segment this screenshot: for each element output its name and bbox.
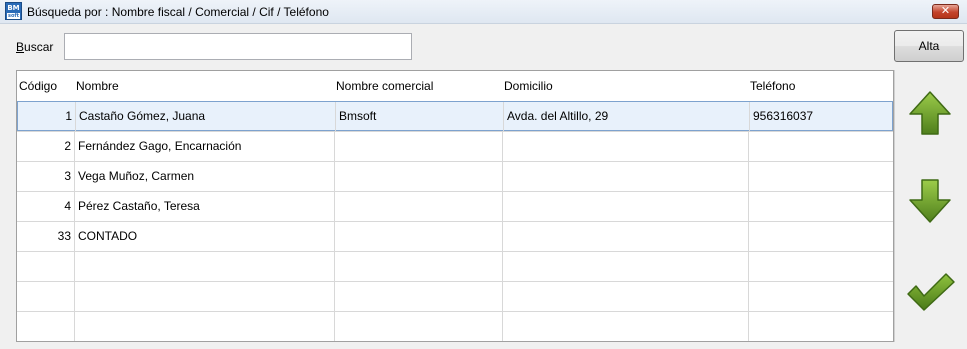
cell-telefono bbox=[748, 252, 893, 281]
column-header-domicilio[interactable]: Domicilio bbox=[502, 71, 748, 101]
checkmark-icon bbox=[907, 273, 955, 311]
search-label-accesskey: B bbox=[16, 40, 25, 54]
table-row[interactable]: 4 Pérez Castaño, Teresa bbox=[17, 191, 893, 221]
cell-telefono bbox=[748, 282, 893, 311]
alta-button[interactable]: Alta bbox=[894, 30, 964, 62]
cell-telefono bbox=[748, 162, 893, 191]
close-button[interactable]: ✕ bbox=[932, 4, 959, 19]
app-logo-subtext: soft bbox=[7, 13, 20, 19]
search-label-text: uscar bbox=[24, 40, 54, 54]
cell-domicilio bbox=[502, 222, 748, 251]
cell-telefono bbox=[748, 132, 893, 161]
cell-codigo: 33 bbox=[57, 229, 71, 243]
cell-codigo: 3 bbox=[64, 169, 71, 183]
cell-domicilio bbox=[502, 252, 748, 281]
table-row[interactable]: 1 Castaño Gómez, Juana Bmsoft Avda. del Alt… bbox=[17, 101, 893, 131]
title-bar: BM soft Búsqueda por : Nombre fiscal / C… bbox=[0, 0, 967, 24]
accept-button[interactable] bbox=[904, 266, 956, 318]
cell-nombre-comercial bbox=[334, 252, 502, 281]
cell-telefono bbox=[748, 222, 893, 251]
cell-codigo: 2 bbox=[64, 139, 71, 153]
cell-domicilio: Avda. del Altillo, 29 bbox=[503, 102, 749, 131]
arrow-up-icon bbox=[909, 91, 951, 135]
cell-nombre: Pérez Castaño, Teresa bbox=[74, 192, 334, 221]
cell-domicilio bbox=[502, 162, 748, 191]
column-header-codigo[interactable]: Código bbox=[17, 71, 74, 101]
cell-nombre: Fernández Gago, Encarnación bbox=[74, 132, 334, 161]
table-row[interactable] bbox=[17, 311, 893, 341]
app-logo-icon: BM soft bbox=[5, 2, 22, 20]
table-row[interactable]: 3 Vega Muñoz, Carmen bbox=[17, 161, 893, 191]
arrow-down-icon bbox=[909, 179, 951, 223]
search-label: Buscar bbox=[16, 40, 53, 54]
column-header-nombre-comercial[interactable]: Nombre comercial bbox=[334, 71, 502, 101]
app-logo-text: BM bbox=[7, 4, 20, 12]
move-down-button[interactable] bbox=[904, 174, 956, 226]
cell-nombre bbox=[74, 282, 334, 311]
window-title: Búsqueda por : Nombre fiscal / Comercial… bbox=[27, 5, 329, 19]
search-input[interactable] bbox=[64, 33, 412, 60]
table-row[interactable] bbox=[17, 251, 893, 281]
cell-nombre bbox=[74, 252, 334, 281]
close-icon: ✕ bbox=[940, 5, 951, 17]
cell-telefono: 956316037 bbox=[749, 102, 894, 131]
table-row[interactable] bbox=[17, 281, 893, 311]
cell-nombre: Vega Muñoz, Carmen bbox=[74, 162, 334, 191]
results-grid[interactable]: Código Nombre Nombre comercial Domicilio… bbox=[16, 70, 894, 342]
cell-codigo bbox=[17, 282, 74, 311]
navigation-panel bbox=[894, 70, 964, 342]
cell-domicilio bbox=[502, 282, 748, 311]
cell-nombre-comercial bbox=[334, 192, 502, 221]
cell-telefono bbox=[748, 312, 893, 341]
cell-nombre: Castaño Gómez, Juana bbox=[75, 102, 335, 131]
table-row[interactable]: 33 CONTADO bbox=[17, 221, 893, 251]
cell-domicilio bbox=[502, 132, 748, 161]
cell-nombre: CONTADO bbox=[74, 222, 334, 251]
column-header-nombre[interactable]: Nombre bbox=[74, 71, 334, 101]
cell-nombre-comercial: Bmsoft bbox=[335, 102, 503, 131]
cell-domicilio bbox=[502, 192, 748, 221]
cell-nombre bbox=[74, 312, 334, 341]
cell-nombre-comercial bbox=[334, 132, 502, 161]
cell-nombre-comercial bbox=[334, 222, 502, 251]
cell-nombre-comercial bbox=[334, 162, 502, 191]
cell-codigo bbox=[17, 312, 74, 341]
cell-domicilio bbox=[502, 312, 748, 341]
cell-codigo: 4 bbox=[64, 199, 71, 213]
cell-nombre-comercial bbox=[334, 312, 502, 341]
grid-header: Código Nombre Nombre comercial Domicilio… bbox=[17, 71, 893, 101]
cell-telefono bbox=[748, 192, 893, 221]
move-up-button[interactable] bbox=[904, 88, 956, 140]
cell-nombre-comercial bbox=[334, 282, 502, 311]
column-header-telefono[interactable]: Teléfono bbox=[748, 71, 893, 101]
table-row[interactable]: 2 Fernández Gago, Encarnación bbox=[17, 131, 893, 161]
cell-codigo bbox=[17, 252, 74, 281]
cell-codigo: 1 bbox=[65, 109, 72, 123]
